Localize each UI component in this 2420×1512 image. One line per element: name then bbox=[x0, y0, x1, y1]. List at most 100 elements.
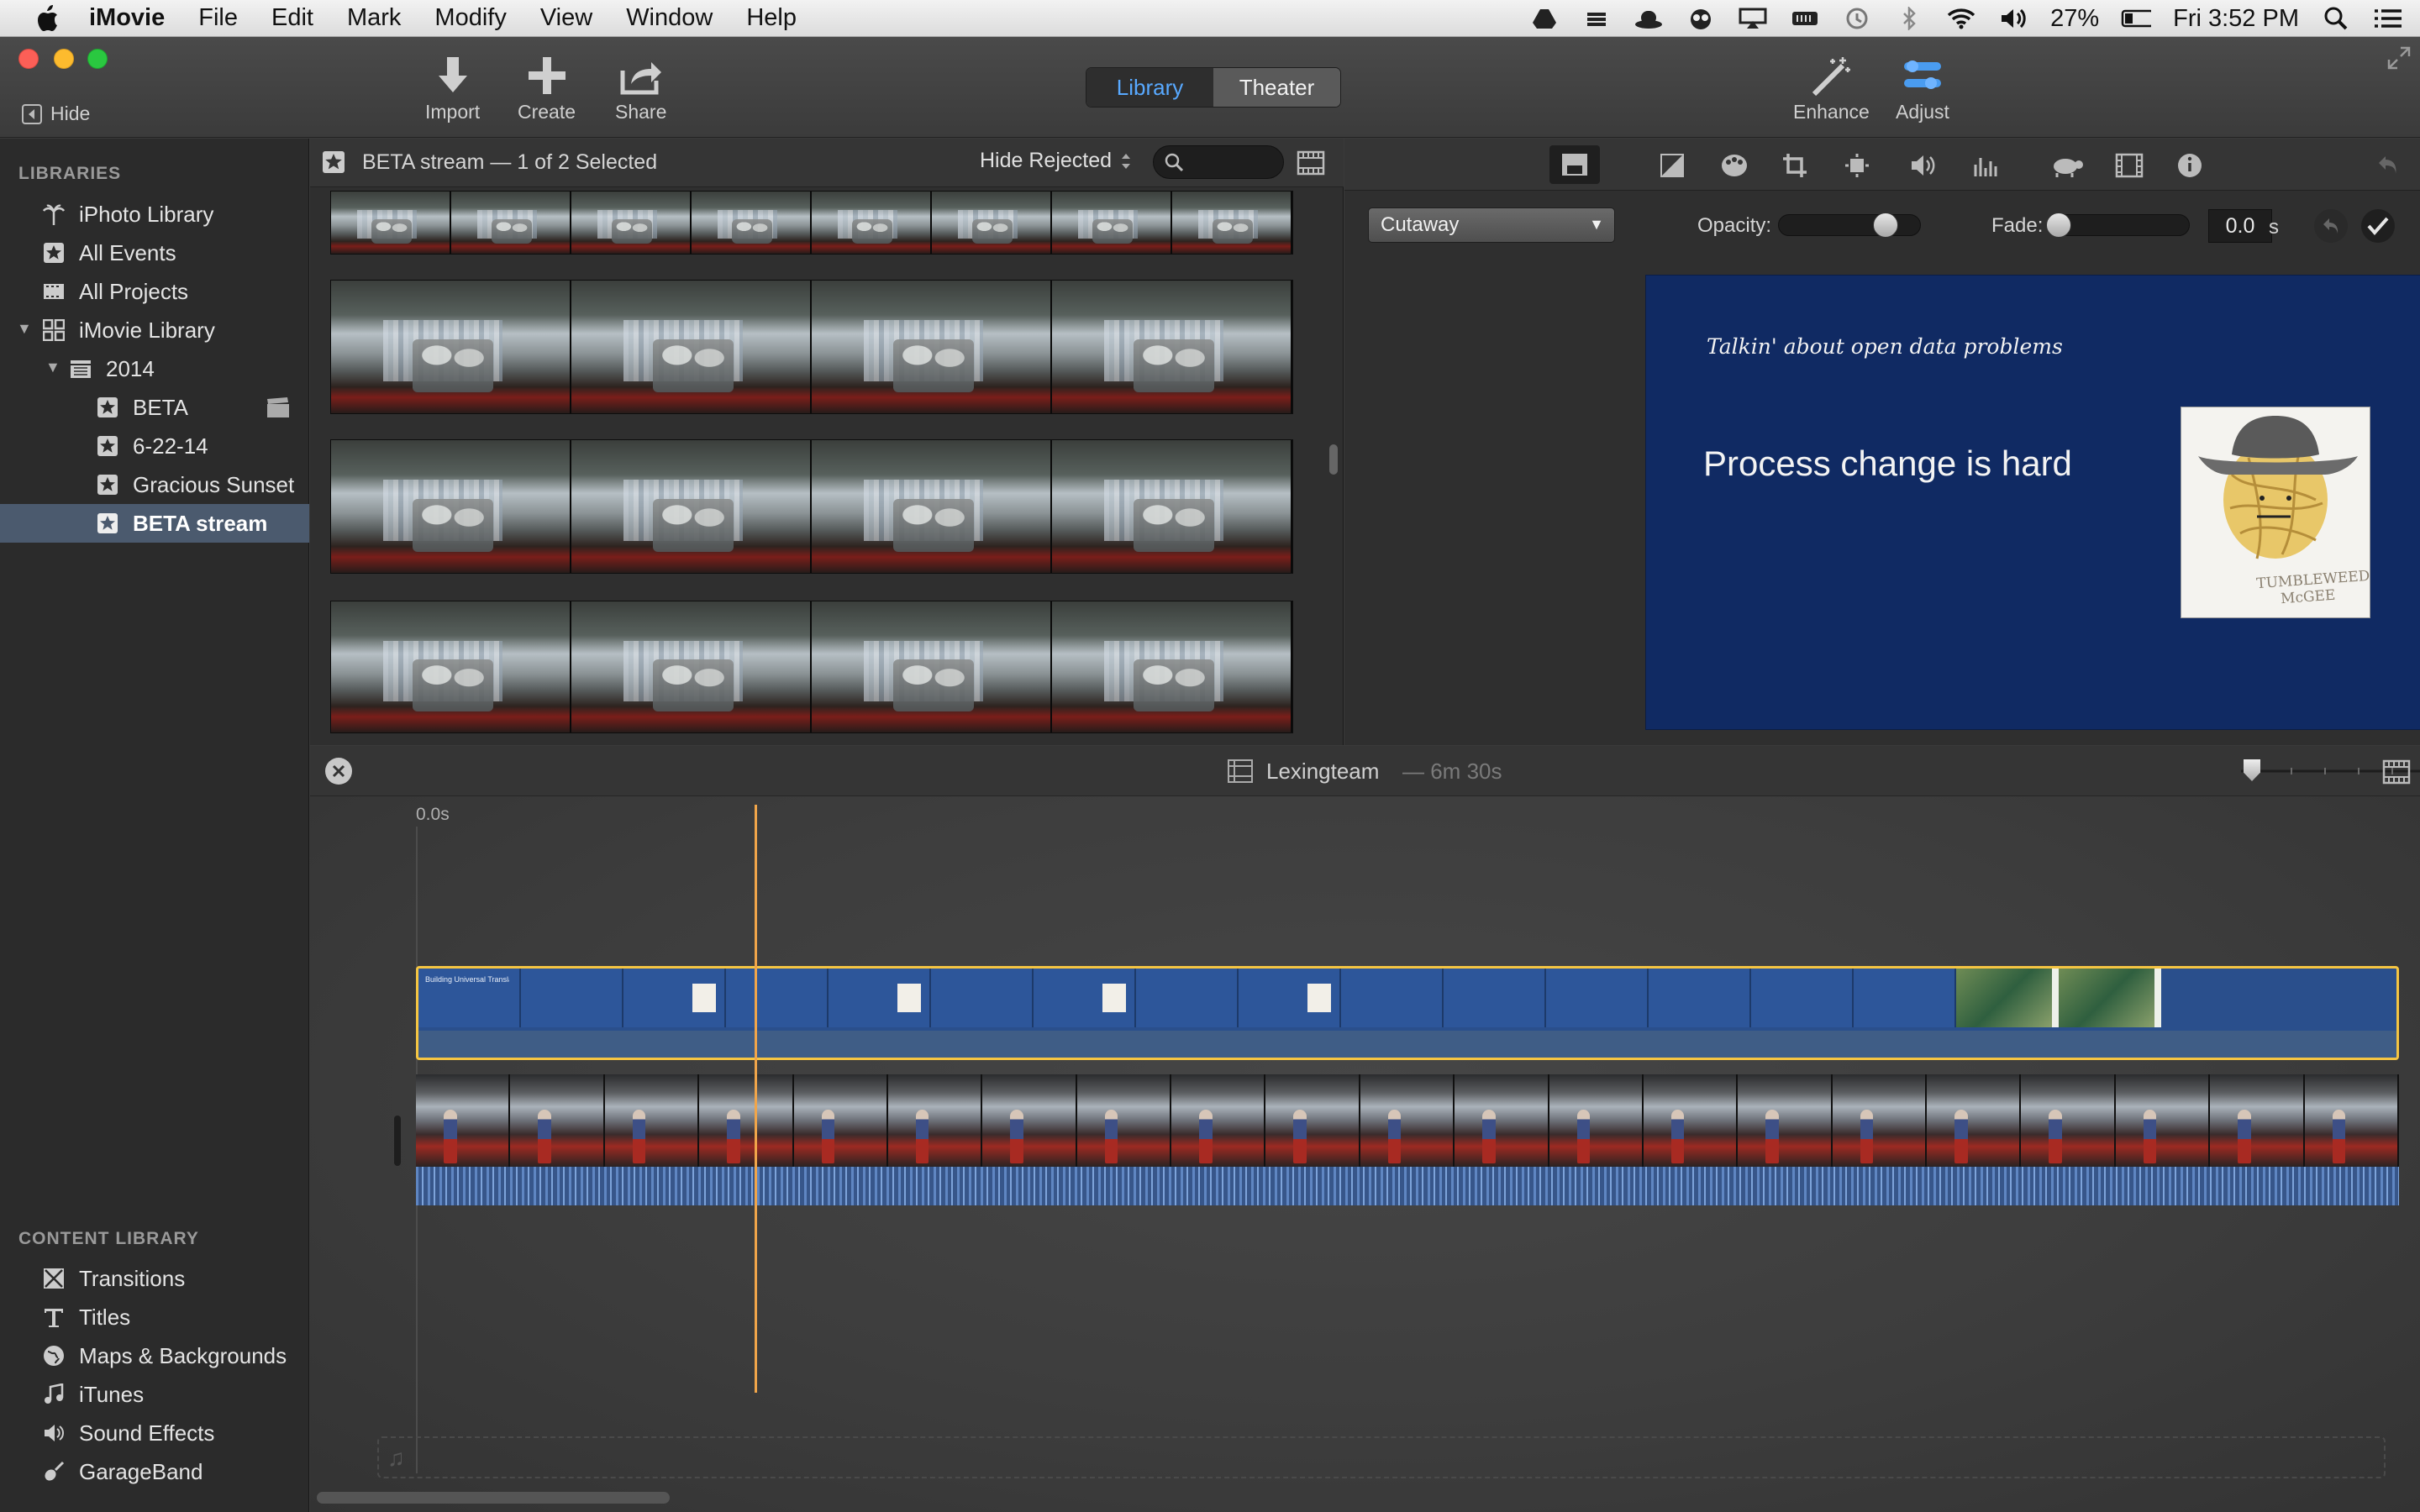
sidebar-item-sound-effects[interactable]: Sound Effects bbox=[0, 1414, 309, 1452]
tumbleweed-cowboy-hat-illustration bbox=[2198, 416, 2358, 559]
zoom-slider-knob[interactable] bbox=[2244, 759, 2260, 781]
sidebar-item-titles[interactable]: Titles bbox=[0, 1298, 309, 1336]
opacity-slider[interactable] bbox=[1778, 213, 1921, 238]
video-overlay-settings-icon[interactable] bbox=[1549, 145, 1600, 184]
filmstrip-clip[interactable] bbox=[330, 439, 1293, 574]
sidebar-item-transitions[interactable]: Transitions bbox=[0, 1259, 309, 1298]
overlay-mode-dropdown[interactable]: Cutaway ▼ bbox=[1368, 207, 1615, 243]
browser-scrollbar[interactable] bbox=[1329, 444, 1338, 475]
create-button[interactable]: Create bbox=[518, 55, 576, 123]
video-frame bbox=[571, 192, 692, 254]
playhead[interactable] bbox=[755, 805, 757, 1393]
up-down-chevron-icon bbox=[1122, 153, 1131, 169]
sidebar-item-beta-stream[interactable]: BETA stream bbox=[0, 504, 309, 543]
checkmark-icon bbox=[2367, 217, 2389, 236]
menu-view[interactable]: View bbox=[540, 4, 592, 32]
sidebar-item-label: Sound Effects bbox=[79, 1420, 215, 1446]
clip-filter-popup[interactable]: Hide Rejected bbox=[980, 149, 1132, 173]
filmstrip-view-icon[interactable] bbox=[1297, 150, 1325, 176]
share-button[interactable]: Share bbox=[615, 55, 666, 123]
menu-edit[interactable]: Edit bbox=[271, 4, 313, 32]
clip-appearance-icon[interactable] bbox=[2382, 759, 2411, 785]
menu-mark[interactable]: Mark bbox=[347, 4, 401, 32]
battery-icon[interactable] bbox=[2121, 5, 2152, 32]
sidebar-item-imovie-library[interactable]: iMovie Library bbox=[0, 311, 309, 349]
apply-button[interactable] bbox=[2361, 209, 2395, 243]
enhance-button[interactable]: Enhance bbox=[1793, 55, 1870, 123]
sync-icon[interactable] bbox=[1581, 5, 1612, 32]
app-menu[interactable]: iMovie bbox=[89, 4, 165, 32]
sidebar-item-maps-backgrounds[interactable]: Maps & Backgrounds bbox=[0, 1336, 309, 1375]
sidebar-item-all-events[interactable]: All Events bbox=[0, 234, 309, 272]
video-frame bbox=[1927, 1074, 2022, 1167]
slides-clip-track[interactable]: Building Universal Translators bbox=[416, 966, 2399, 1060]
notification-center-icon[interactable] bbox=[2373, 5, 2403, 32]
event-browser: BETA stream — 1 of 2 Selected Hide Rejec… bbox=[310, 139, 1344, 745]
preview-frame[interactable]: Talkin' about open data problems Process… bbox=[1645, 275, 2420, 730]
sidebar-item-2014[interactable]: 2014 bbox=[0, 349, 309, 388]
equalizer-icon[interactable] bbox=[1970, 149, 2003, 182]
sidebar-item-iphoto-library[interactable]: iPhoto Library bbox=[0, 195, 309, 234]
background-music-well[interactable] bbox=[377, 1436, 2386, 1478]
timeline-horizontal-scrollbar[interactable] bbox=[317, 1492, 670, 1504]
sidebar-item-label: iMovie Library bbox=[79, 317, 215, 343]
stabilization-icon[interactable] bbox=[1840, 149, 1874, 182]
video-frame bbox=[1738, 1074, 1833, 1167]
zoom-window-button[interactable] bbox=[87, 49, 108, 69]
search-field[interactable] bbox=[1153, 145, 1284, 179]
owl-icon[interactable] bbox=[1686, 5, 1716, 32]
fade-slider[interactable] bbox=[2046, 213, 2190, 238]
crop-icon[interactable] bbox=[1778, 149, 1812, 182]
spotlight-search-icon[interactable] bbox=[2321, 5, 2351, 32]
wifi-icon[interactable] bbox=[1946, 5, 1976, 32]
filmstrip-clip[interactable] bbox=[330, 280, 1293, 414]
video-clip-track[interactable] bbox=[416, 1074, 2399, 1205]
bluetooth-icon[interactable] bbox=[1894, 5, 1924, 32]
battery-percentage[interactable]: 27% bbox=[2050, 5, 2099, 33]
volume-icon[interactable] bbox=[1998, 5, 2028, 32]
menu-window[interactable]: Window bbox=[626, 4, 713, 32]
sidebar-item-gracious-sunset[interactable]: Gracious Sunset bbox=[0, 465, 309, 504]
filmstrip-clip[interactable] bbox=[330, 601, 1293, 733]
color-balance-icon[interactable] bbox=[1655, 149, 1689, 182]
clip-filter-icon[interactable] bbox=[2112, 149, 2146, 182]
reset-button[interactable] bbox=[2314, 209, 2348, 243]
import-button[interactable]: Import bbox=[425, 55, 480, 123]
hat-icon[interactable] bbox=[1634, 5, 1664, 32]
track-resize-handle[interactable] bbox=[394, 1116, 401, 1166]
reset-all-icon[interactable] bbox=[2371, 149, 2405, 182]
slide-thumbnail-image bbox=[1102, 984, 1126, 1012]
filmstrip-clip[interactable] bbox=[330, 191, 1293, 255]
menu-file[interactable]: File bbox=[198, 4, 238, 32]
sidebar-item-itunes[interactable]: iTunes bbox=[0, 1375, 309, 1414]
sidebar-item-beta[interactable]: BETA bbox=[0, 388, 309, 427]
menu-help[interactable]: Help bbox=[746, 4, 797, 32]
opacity-slider-knob[interactable] bbox=[1873, 213, 1898, 238]
clock[interactable]: Fri 3:52 PM bbox=[2173, 5, 2299, 33]
fade-slider-knob[interactable] bbox=[2046, 213, 2071, 238]
color-correction-icon[interactable] bbox=[1718, 149, 1751, 182]
speed-turtle-icon[interactable] bbox=[2050, 149, 2084, 182]
sidebar-item-all-projects[interactable]: All Projects bbox=[0, 272, 309, 311]
minimize-window-button[interactable] bbox=[54, 49, 74, 69]
star-icon bbox=[96, 512, 119, 535]
time-machine-icon[interactable] bbox=[1842, 5, 1872, 32]
fullscreen-icon[interactable] bbox=[2386, 45, 2412, 71]
fade-duration-field[interactable]: 0.0 bbox=[2208, 209, 2272, 243]
tab-library[interactable]: Library bbox=[1086, 68, 1213, 107]
close-window-button[interactable] bbox=[18, 49, 39, 69]
adjust-button[interactable]: Adjust bbox=[1896, 55, 1949, 123]
hide-libraries-button[interactable]: Hide bbox=[22, 102, 90, 125]
volume-icon[interactable] bbox=[1907, 149, 1941, 182]
sidebar-item-garageband[interactable]: GarageBand bbox=[0, 1452, 309, 1491]
sidebar-item-label: iTunes bbox=[79, 1381, 145, 1407]
memory-icon[interactable] bbox=[1790, 5, 1820, 32]
drive-icon[interactable] bbox=[1529, 5, 1560, 32]
menu-modify[interactable]: Modify bbox=[434, 4, 506, 32]
info-icon[interactable] bbox=[2173, 149, 2207, 182]
sidebar-item-6-22-14[interactable]: 6-22-14 bbox=[0, 427, 309, 465]
tab-theater[interactable]: Theater bbox=[1213, 68, 1340, 107]
airplay-icon[interactable] bbox=[1738, 5, 1768, 32]
close-project-button[interactable] bbox=[325, 758, 352, 785]
apple-menu-icon[interactable] bbox=[30, 2, 64, 35]
